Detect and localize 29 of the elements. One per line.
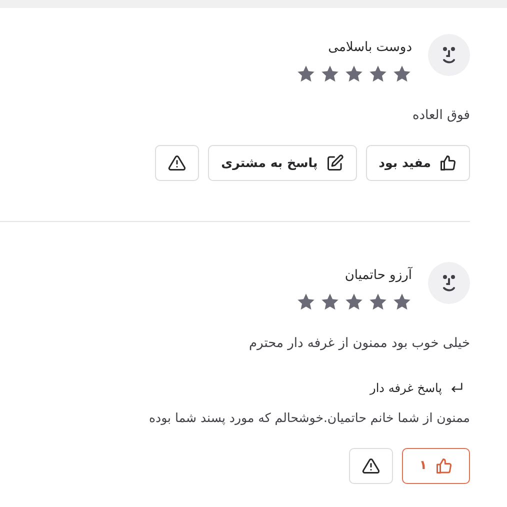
report-button[interactable] <box>349 448 394 484</box>
pencil-icon <box>326 154 344 172</box>
reply-title: پاسخ غرفه دار <box>370 380 442 397</box>
review-comment: فوق العاده <box>411 106 470 124</box>
star-icon <box>296 64 316 84</box>
star-icon <box>368 292 388 312</box>
star-icon <box>320 64 340 84</box>
reply-text: ممنون از شما خانم حاتمیان.خوشحالم که مورد پسند شما بوده <box>148 409 470 427</box>
avatar-icon <box>428 262 470 304</box>
star-icon <box>344 64 364 84</box>
star-icon <box>296 292 316 312</box>
thumbs-up-icon <box>439 154 457 172</box>
star-icon <box>320 292 340 312</box>
report-button[interactable] <box>155 145 200 181</box>
warning-icon <box>168 154 186 172</box>
star-icon <box>392 292 412 312</box>
star-icon <box>344 292 364 312</box>
helpful-button[interactable]: مفید بود <box>366 145 470 181</box>
reviewer-name: آرزو حاتمیان <box>344 266 412 285</box>
star-icon <box>368 64 388 84</box>
reply-button[interactable]: پاسخ به مشتری <box>208 145 357 181</box>
helpful-button[interactable]: ۱ <box>402 448 470 484</box>
avatar-icon <box>428 34 470 76</box>
reply-arrow-icon <box>450 381 464 395</box>
thumbs-up-icon <box>435 456 453 475</box>
review-comment: خیلی خوب بود ممنون از غرفه دار محترم <box>248 334 470 352</box>
warning-icon <box>362 456 380 475</box>
star-icon <box>392 64 412 84</box>
reviewer-name: دوست باسلامی <box>327 39 412 57</box>
